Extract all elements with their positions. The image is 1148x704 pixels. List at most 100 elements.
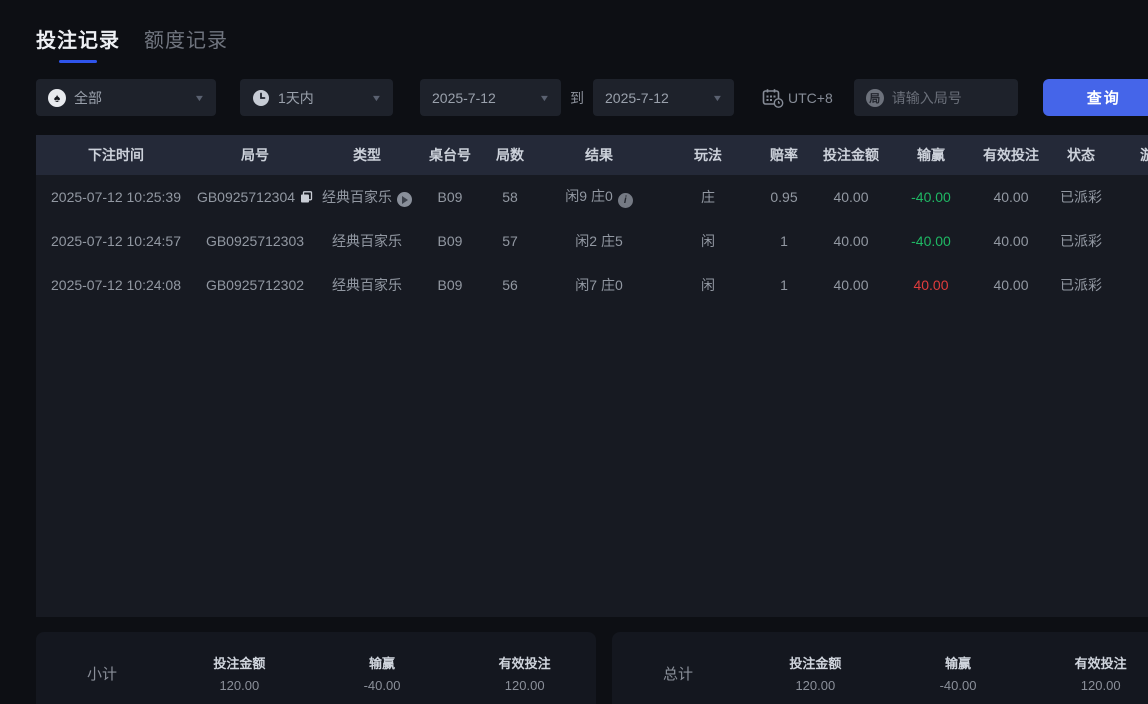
cell-round-id: GB0925712303: [196, 219, 314, 263]
spade-icon: ♠: [48, 89, 66, 107]
total-valid-bet: 有效投注 120.00: [1029, 653, 1148, 693]
win-lose-value: -40.00: [911, 189, 951, 205]
round-search-field[interactable]: 局: [854, 79, 1018, 116]
col-round-no: 局数: [480, 135, 540, 175]
subtotal-win-lose: 输赢 -40.00: [311, 653, 454, 693]
cell-game-mode: 入座: [1110, 175, 1148, 219]
total-panel: 总计 投注金额 120.00 输赢 -40.00 有效投注 120.00: [612, 632, 1148, 704]
time-range-select[interactable]: 1天内 ▼: [240, 79, 393, 116]
info-icon[interactable]: i: [618, 193, 633, 208]
tab-bet-records[interactable]: 投注记录: [36, 24, 120, 63]
cell-bet-amount: 40.00: [810, 263, 892, 307]
time-range-value: 1天内: [278, 88, 314, 108]
date-to-select[interactable]: 2025-7-12 ▼: [593, 79, 734, 116]
col-bet-amount: 投注金额: [810, 135, 892, 175]
cell-round-no: 56: [480, 263, 540, 307]
cell-odds: 1: [758, 263, 810, 307]
round-badge-icon: 局: [866, 89, 884, 107]
cell-type: 经典百家乐: [314, 263, 420, 307]
date-to-label: 到: [561, 88, 593, 108]
copy-icon[interactable]: [300, 191, 313, 204]
status-badge: 已派彩: [1052, 219, 1110, 263]
subtotal-bet-amount: 投注金额 120.00: [168, 653, 311, 693]
tab-quota-records-label: 额度记录: [144, 24, 228, 53]
col-odds: 赔率: [758, 135, 810, 175]
cell-bet-time: 2025-07-12 10:25:39: [36, 175, 196, 219]
cell-result: 闲7 庄0: [540, 263, 658, 307]
table-row[interactable]: 2025-07-12 10:24:08 GB0925712302 经典百家乐 B…: [36, 263, 1148, 307]
col-valid-bet: 有效投注: [970, 135, 1052, 175]
replay-icon[interactable]: [397, 192, 412, 207]
cell-win-lose: -40.00: [892, 219, 970, 263]
table-row[interactable]: 2025-07-12 10:25:39 GB0925712304 经典百家乐 B…: [36, 175, 1148, 219]
total-label: 总计: [612, 663, 744, 684]
col-result: 结果: [540, 135, 658, 175]
top-tabs: 投注记录 额度记录: [36, 24, 228, 63]
date-from-value: 2025-7-12: [432, 90, 496, 106]
summary-bar: 小计 投注金额 120.00 输赢 -40.00 有效投注 120.00 总计 …: [36, 632, 1148, 704]
cell-type: 经典百家乐: [314, 219, 420, 263]
cell-valid-bet: 40.00: [970, 219, 1052, 263]
cell-round-no: 57: [480, 219, 540, 263]
table-row[interactable]: 2025-07-12 10:24:57 GB0925712303 经典百家乐 B…: [36, 219, 1148, 263]
col-status: 状态: [1052, 135, 1110, 175]
status-badge: 已派彩: [1052, 263, 1110, 307]
cell-play: 闲: [658, 219, 758, 263]
col-game-mode: 游戏模式: [1110, 135, 1148, 175]
cell-play: 庄: [658, 175, 758, 219]
subtotal-panel: 小计 投注金额 120.00 输赢 -40.00 有效投注 120.00: [36, 632, 596, 704]
subtotal-label: 小计: [36, 663, 168, 684]
records-table: 下注时间 局号 类型 桌台号 局数 结果 玩法 赔率 投注金额 输赢 有效投注 …: [36, 135, 1148, 617]
cell-odds: 1: [758, 219, 810, 263]
cell-game-mode: 入座: [1110, 219, 1148, 263]
col-play: 玩法: [658, 135, 758, 175]
col-win-lose: 输赢: [892, 135, 970, 175]
chevron-down-icon: ▼: [194, 93, 206, 103]
cell-game-mode: 入座: [1110, 263, 1148, 307]
timezone-indicator: UTC+8: [762, 88, 833, 108]
col-bet-time: 下注时间: [36, 135, 196, 175]
game-type-select[interactable]: ♠ 全部 ▼: [36, 79, 216, 116]
subtotal-valid-bet: 有效投注 120.00: [453, 653, 596, 693]
cell-win-lose: -40.00: [892, 175, 970, 219]
col-table-no: 桌台号: [420, 135, 480, 175]
date-to-value: 2025-7-12: [605, 90, 669, 106]
cell-round-no: 58: [480, 175, 540, 219]
cell-table-no: B09: [420, 175, 480, 219]
round-search-input[interactable]: [892, 90, 1006, 106]
total-bet-amount: 投注金额 120.00: [744, 653, 887, 693]
table-body: 2025-07-12 10:25:39 GB0925712304 经典百家乐 B…: [36, 175, 1148, 307]
filter-bar: ♠ 全部 ▼ 1天内 ▼ 2025-7-12 ▼ 到 2025-7-12 ▼: [36, 79, 1148, 116]
chevron-down-icon: ▼: [539, 93, 551, 103]
active-tab-underline: [59, 60, 97, 63]
cell-table-no: B09: [420, 263, 480, 307]
win-lose-value: -40.00: [911, 233, 951, 249]
cell-odds: 0.95: [758, 175, 810, 219]
chevron-down-icon: ▼: [712, 93, 724, 103]
game-type-value: 全部: [74, 88, 102, 108]
col-type: 类型: [314, 135, 420, 175]
tab-quota-records[interactable]: 额度记录: [144, 24, 228, 63]
col-round-id: 局号: [196, 135, 314, 175]
cell-valid-bet: 40.00: [970, 175, 1052, 219]
cell-bet-amount: 40.00: [810, 175, 892, 219]
cell-win-lose: 40.00: [892, 263, 970, 307]
cell-play: 闲: [658, 263, 758, 307]
cell-bet-amount: 40.00: [810, 219, 892, 263]
cell-round-id: GB0925712302: [196, 263, 314, 307]
cell-bet-time: 2025-07-12 10:24:57: [36, 219, 196, 263]
status-badge: 已派彩: [1052, 175, 1110, 219]
total-win-lose: 输赢 -40.00: [887, 653, 1030, 693]
clock-icon: [252, 89, 270, 107]
win-lose-value: 40.00: [913, 277, 948, 293]
cell-table-no: B09: [420, 219, 480, 263]
search-button[interactable]: 查询: [1043, 79, 1148, 116]
cell-result: 闲9 庄0i: [540, 175, 658, 219]
calendar-clock-icon: [762, 88, 784, 108]
timezone-value: UTC+8: [788, 90, 833, 106]
date-from-select[interactable]: 2025-7-12 ▼: [420, 79, 561, 116]
cell-bet-time: 2025-07-12 10:24:08: [36, 263, 196, 307]
tab-bet-records-label: 投注记录: [36, 24, 120, 53]
cell-result: 闲2 庄5: [540, 219, 658, 263]
cell-round-id: GB0925712304: [196, 175, 314, 219]
